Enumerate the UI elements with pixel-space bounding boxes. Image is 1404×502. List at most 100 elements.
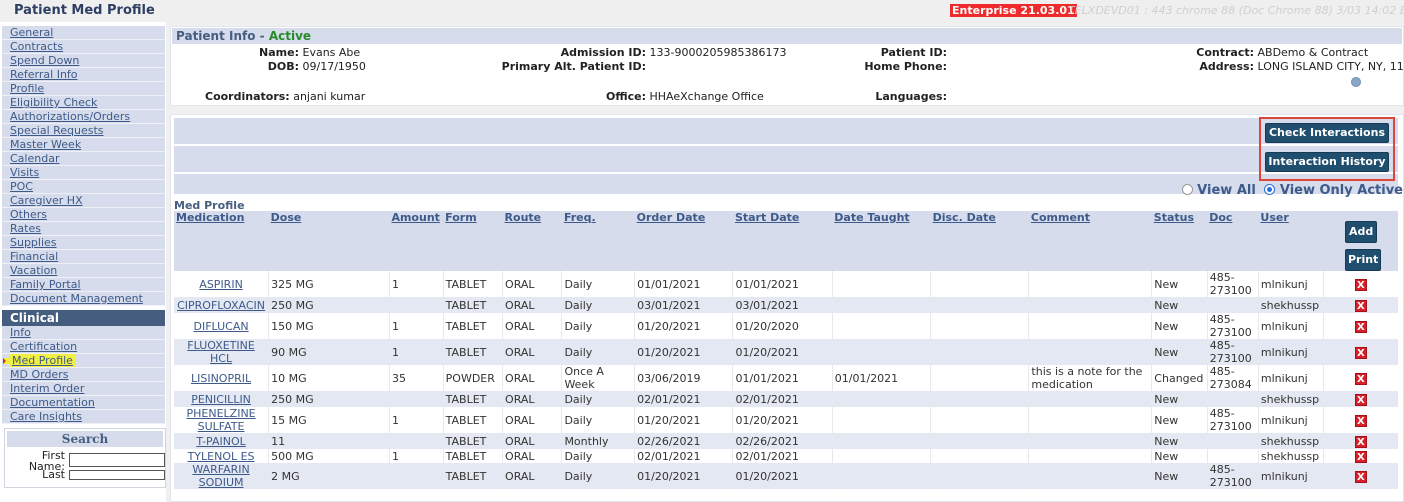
sidebar-item-poc[interactable]: POC — [2, 180, 165, 194]
sidebar-item-certification[interactable]: Certification — [2, 340, 165, 354]
sidebar-item-md-orders[interactable]: MD Orders — [2, 368, 165, 382]
medication-link[interactable]: T-PAINOL — [196, 435, 245, 448]
sidebar-item-caregiver-hx[interactable]: Caregiver HX — [2, 194, 165, 208]
delete-icon[interactable]: X — [1354, 299, 1367, 312]
languages-field: Languages: — [875, 90, 947, 103]
cell-start-date: 02/26/2021 — [732, 433, 833, 449]
sidebar-item-others[interactable]: Others — [2, 208, 165, 222]
medication-link[interactable]: PHENELZINE SULFATE — [187, 407, 256, 433]
first-name-input[interactable] — [69, 453, 165, 467]
cell-amount — [388, 297, 444, 313]
sidebar-item-vacation[interactable]: Vacation — [2, 264, 165, 278]
cell-delete: X — [1322, 391, 1398, 407]
last-name-input[interactable] — [69, 470, 165, 480]
column-header-amount[interactable]: Amount — [389, 211, 444, 271]
view-all-radio[interactable] — [1181, 184, 1193, 195]
sidebar-item-contracts[interactable]: Contracts — [2, 40, 165, 54]
sidebar-item-referral-info[interactable]: Referral Info — [2, 68, 165, 82]
delete-icon[interactable]: X — [1354, 372, 1367, 385]
column-header-status[interactable]: Status — [1151, 211, 1208, 271]
sidebar-item-spend-down[interactable]: Spend Down — [2, 54, 165, 68]
sidebar-item-authorizations-orders[interactable]: Authorizations/Orders — [2, 110, 165, 124]
column-header-dose[interactable]: Dose — [268, 211, 390, 271]
column-header-order-date[interactable]: Order Date — [634, 211, 733, 271]
column-header-route[interactable]: Route — [502, 211, 562, 271]
add-medication-button[interactable]: Add — [1345, 221, 1378, 243]
sidebar-item-rates[interactable]: Rates — [2, 222, 165, 236]
cell-date-taught — [831, 407, 931, 433]
cell-disc-date — [930, 365, 1029, 391]
medication-link[interactable]: TYLENOL ES — [188, 450, 255, 463]
column-header-doc[interactable]: Doc — [1207, 211, 1259, 271]
sidebar-item-label: Care Insights — [10, 410, 82, 423]
medication-link[interactable]: LISINOPRIL — [191, 372, 251, 385]
cell-freq: Monthly — [561, 433, 635, 449]
medication-link[interactable]: DIFLUCAN — [194, 320, 249, 333]
cell-order-date: 02/01/2021 — [634, 449, 733, 463]
cell-status: New — [1151, 313, 1208, 339]
medication-link[interactable]: ASPIRIN — [199, 278, 243, 291]
column-header-medication[interactable]: Medication — [174, 211, 269, 271]
medication-row: CIPROFLOXACIN 250 MG TABLET ORAL Daily 03/01/… — [174, 297, 1398, 313]
sidebar-item-label: Calendar — [10, 152, 60, 165]
column-header-freq[interactable]: Freq. — [561, 211, 635, 271]
sidebar-item-care-insights[interactable]: Care Insights — [2, 410, 165, 424]
interaction-history-button[interactable]: Interaction History — [1265, 152, 1389, 172]
delete-icon[interactable]: X — [1354, 346, 1367, 359]
medication-link[interactable]: PENICILLIN — [191, 393, 251, 406]
column-header-start-date[interactable]: Start Date — [732, 211, 833, 271]
sidebar-item-master-week[interactable]: Master Week — [2, 138, 165, 152]
cell-status: New — [1151, 463, 1208, 489]
cell-disc-date — [930, 407, 1029, 433]
sidebar-item-general[interactable]: General — [2, 26, 165, 40]
cell-user: mlnikunj — [1257, 339, 1324, 365]
cell-date-taught — [831, 391, 931, 407]
column-header-disc-date[interactable]: Disc. Date — [930, 211, 1029, 271]
delete-icon[interactable]: X — [1354, 435, 1367, 448]
medication-link[interactable]: FLUOXETINE HCL — [187, 339, 255, 365]
medication-link[interactable]: WARFARIN SODIUM — [192, 463, 249, 489]
view-only-active-radio[interactable] — [1264, 184, 1276, 195]
sidebar-item-calendar[interactable]: Calendar — [2, 152, 165, 166]
sidebar-item-label: Family Portal — [10, 278, 81, 291]
delete-icon[interactable]: X — [1354, 470, 1367, 483]
column-header-user[interactable]: User — [1258, 211, 1324, 271]
environment-badge: Enterprise 21.03.01 — [950, 4, 1077, 17]
sidebar-item-label: Supplies — [10, 236, 57, 249]
cell-form: TABLET — [442, 297, 503, 313]
primary-alt-id-field: Primary Alt. Patient ID: — [501, 60, 646, 73]
delete-icon[interactable]: X — [1354, 450, 1367, 463]
cell-user: mlnikunj — [1257, 271, 1324, 297]
sidebar-item-supplies[interactable]: Supplies — [2, 236, 165, 250]
sidebar-item-eligibility-check[interactable]: Eligibility Check — [2, 96, 165, 110]
delete-icon[interactable]: X — [1354, 393, 1367, 406]
medication-row: DIFLUCAN 150 MG 1 TABLET ORAL Daily 01/20/2021… — [174, 313, 1398, 339]
map-lookup-icon[interactable] — [1351, 77, 1361, 87]
sidebar-item-info[interactable]: Info — [2, 326, 165, 340]
view-all-label[interactable]: View All — [1197, 183, 1256, 198]
delete-icon[interactable]: X — [1354, 414, 1367, 427]
sidebar-item-financial[interactable]: Financial — [2, 250, 165, 264]
cell-route: ORAL — [502, 463, 562, 489]
sidebar-item-special-requests[interactable]: Special Requests — [2, 124, 165, 138]
sidebar-item-interim-order[interactable]: Interim Order — [2, 382, 165, 396]
column-header-comment[interactable]: Comment — [1028, 211, 1152, 271]
column-header-form[interactable]: Form — [443, 211, 503, 271]
check-interactions-button[interactable]: Check Interactions — [1265, 123, 1389, 143]
sidebar-item-visits[interactable]: Visits — [2, 166, 165, 180]
sidebar-item-label: POC — [10, 180, 33, 193]
print-button[interactable]: Print — [1345, 249, 1382, 271]
cell-amount: 1 — [388, 313, 444, 339]
sidebar-item-med-profile[interactable]: Med Profile — [2, 354, 165, 368]
medication-link[interactable]: CIPROFLOXACIN — [177, 299, 265, 312]
sidebar-item-profile[interactable]: Profile — [2, 82, 165, 96]
patient-info-title: Patient Info - — [176, 29, 269, 43]
sidebar-item-documentation[interactable]: Documentation — [2, 396, 165, 410]
med-profile-panel: Check Interactions Interaction History V… — [170, 114, 1404, 502]
column-header-date-taught[interactable]: Date Taught — [832, 211, 931, 271]
sidebar-item-family-portal[interactable]: Family Portal — [2, 278, 165, 292]
delete-icon[interactable]: X — [1354, 320, 1367, 333]
view-only-active-label[interactable]: View Only Active — [1280, 183, 1403, 198]
delete-icon[interactable]: X — [1354, 278, 1367, 291]
sidebar-item-document-management[interactable]: Document Management — [2, 292, 165, 306]
